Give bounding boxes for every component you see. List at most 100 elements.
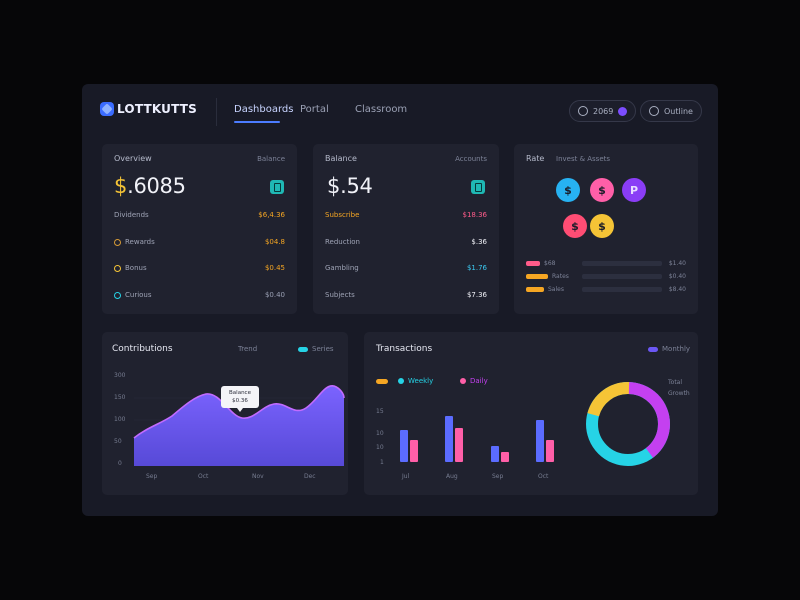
- balance-number: .54: [340, 174, 373, 198]
- donut-label: Total: [668, 379, 683, 386]
- outline-button[interactable]: Outline: [640, 100, 702, 122]
- divider: [216, 98, 217, 126]
- top-bar: LOTTKUTTS Dashboards Portal Classroom 20…: [82, 84, 718, 134]
- series-label: Daily: [470, 377, 488, 385]
- tab-dashboards[interactable]: Dashboards: [234, 104, 293, 115]
- bar[interactable]: [491, 446, 499, 462]
- row-value: $7.36: [466, 291, 487, 299]
- notification-dot-icon: [618, 106, 628, 116]
- row-value: $18.36: [462, 211, 488, 219]
- coin-purple-icon[interactable]: P: [622, 178, 646, 202]
- coin-red-icon[interactable]: $: [563, 214, 587, 238]
- bar[interactable]: [536, 420, 544, 462]
- x-axis-label: Nov: [252, 473, 264, 480]
- x-axis-label: Oct: [538, 473, 549, 480]
- y-axis-label: 10: [376, 430, 384, 437]
- legend-swatch: [526, 287, 544, 292]
- x-axis-label: Dec: [304, 473, 316, 480]
- y-axis-label: 50: [114, 438, 122, 445]
- balance-value: $.54: [327, 174, 373, 198]
- balance-card: Balance Accounts $.54 Subscribe $18.36 R…: [313, 144, 499, 314]
- tab-classroom[interactable]: Classroom: [355, 104, 407, 115]
- coin-glyph: $: [564, 183, 572, 197]
- coin-glyph: $: [571, 219, 579, 233]
- clock-icon: [649, 106, 659, 116]
- bar[interactable]: [546, 440, 554, 462]
- logo-icon: [100, 102, 114, 116]
- series-dot: [460, 378, 466, 384]
- coin-yellow-icon[interactable]: $: [590, 214, 614, 238]
- row-label: Subscribe: [325, 211, 360, 219]
- x-axis-label: Sep: [146, 473, 158, 480]
- circle-icon: [114, 292, 121, 299]
- row-label: Reduction: [325, 238, 360, 246]
- bar[interactable]: [455, 428, 463, 462]
- row-value: $6,4.36: [258, 211, 285, 219]
- bar[interactable]: [501, 452, 509, 462]
- chart-legend: Monthly: [662, 345, 691, 353]
- legend-track: [582, 274, 662, 279]
- card-title: Overview: [114, 154, 152, 163]
- legend-swatch: [298, 347, 308, 352]
- legend-value: $8.40: [668, 286, 686, 293]
- legend-value: $0.40: [668, 273, 686, 280]
- coin-icon: [114, 239, 121, 246]
- legend-label: Rates: [552, 273, 569, 280]
- row-value: $04.8: [264, 238, 285, 246]
- row-label: Bonus: [125, 264, 147, 272]
- row-value: $0.45: [264, 264, 285, 272]
- currency-symbol: $: [114, 174, 128, 198]
- series-label: Weekly: [408, 377, 434, 385]
- transactions-card: Transactions Monthly Weekly Daily 15 10 …: [364, 332, 698, 495]
- y-axis-label: 0: [118, 460, 122, 467]
- legend-label: $68: [544, 260, 556, 267]
- tab-portal[interactable]: Portal: [300, 104, 329, 115]
- wallet-icon[interactable]: [471, 180, 485, 194]
- rates-card: Rate Invest & Assets $ $ P $ $ $68 $1.40…: [514, 144, 698, 314]
- legend-swatch: [526, 261, 540, 266]
- donut-label: Growth: [668, 390, 690, 397]
- x-axis-label: Oct: [198, 473, 209, 480]
- overview-card: Overview Balance $.6085 Dividends $6,4.3…: [102, 144, 297, 314]
- legend-swatch: [526, 274, 548, 279]
- tooltip-line: $0.36: [232, 398, 248, 404]
- card-title: Balance: [325, 154, 357, 163]
- x-axis-label: Sep: [492, 473, 504, 480]
- y-axis-label: 150: [114, 394, 126, 401]
- x-axis-label: Aug: [446, 473, 458, 480]
- currency-symbol: $: [327, 174, 341, 198]
- outline-button-label: Outline: [664, 106, 693, 116]
- legend-track: [582, 261, 662, 266]
- bar[interactable]: [410, 440, 418, 462]
- coin-blue-icon[interactable]: $: [556, 178, 580, 202]
- wallet-icon[interactable]: [270, 180, 284, 194]
- donut-chart[interactable]: [582, 378, 674, 470]
- chart-title: Transactions: [376, 344, 433, 354]
- bar[interactable]: [400, 430, 408, 462]
- card-meta: Balance: [257, 155, 285, 163]
- coin-glyph: $: [598, 183, 606, 197]
- bar-chart-plot[interactable]: [394, 402, 574, 462]
- card-meta: Accounts: [455, 155, 487, 163]
- row-label: Curious: [125, 291, 152, 299]
- chart-legend-b: Series: [312, 345, 334, 353]
- y-axis-label: 100: [114, 416, 126, 423]
- search-pill[interactable]: 2069: [569, 100, 637, 122]
- brand-logo[interactable]: LOTTKUTTS: [100, 102, 197, 116]
- y-axis-label: 1: [380, 459, 384, 466]
- search-pill-label: 2069: [593, 106, 614, 116]
- y-axis-label: 300: [114, 372, 126, 379]
- area-chart-card: Contributions Trend Series 300 150 100 5…: [102, 332, 348, 495]
- x-axis-label: Jul: [402, 473, 410, 480]
- leaf-icon: [114, 265, 121, 272]
- search-icon: [578, 106, 588, 116]
- legend-value: $1.40: [668, 260, 686, 267]
- coin-pink-icon[interactable]: $: [590, 178, 614, 202]
- coin-glyph: P: [629, 183, 639, 197]
- brand-name: LOTTKUTTS: [117, 102, 197, 116]
- card-meta: Invest & Assets: [556, 155, 611, 163]
- row-value: $.36: [471, 238, 487, 246]
- series-dot: [398, 378, 404, 384]
- bar[interactable]: [445, 416, 453, 462]
- row-label: Gambling: [325, 264, 359, 272]
